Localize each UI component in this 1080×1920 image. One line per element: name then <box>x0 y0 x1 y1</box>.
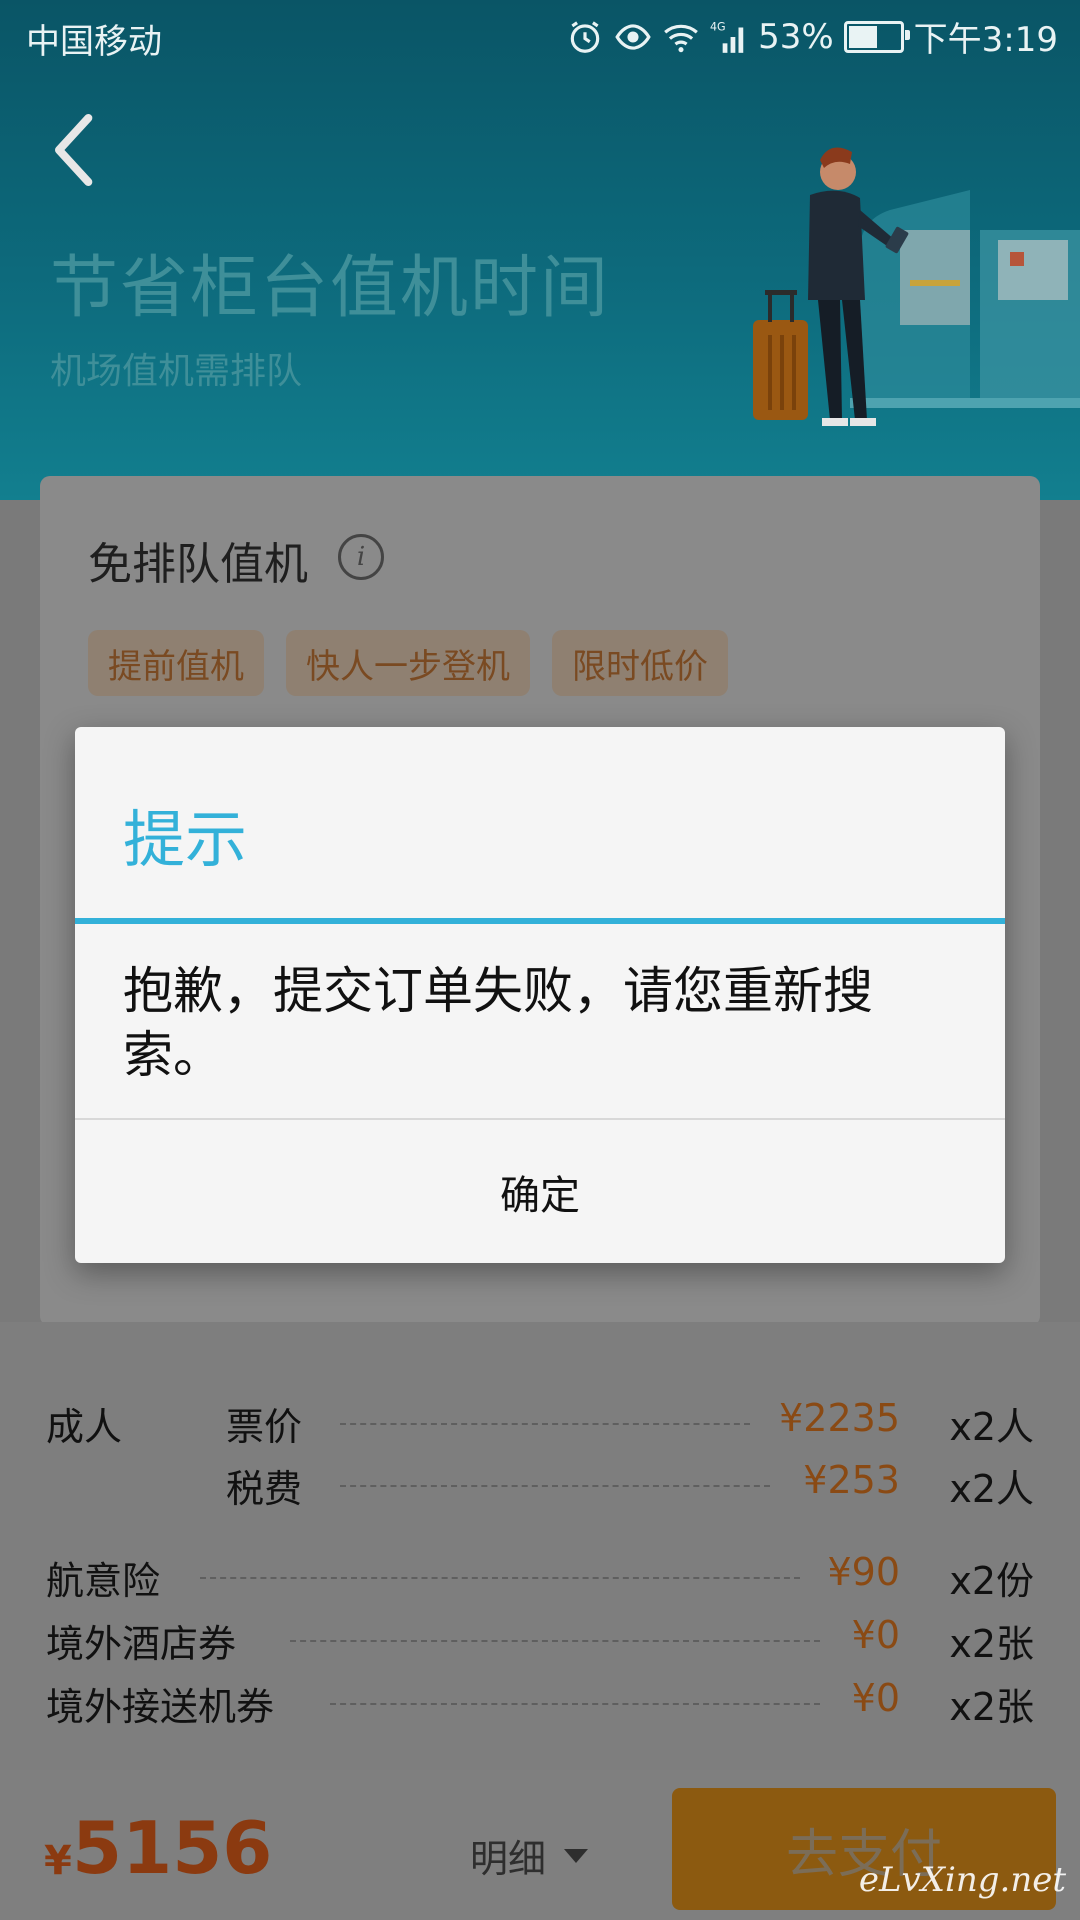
dialog-title-divider <box>75 918 1005 924</box>
info-icon[interactable]: i <box>338 534 384 580</box>
hero-title: 节省柜台值机时间 <box>50 249 611 328</box>
detail-toggle-label: 明细 <box>470 1837 547 1881</box>
tag-limited-price: 限时低价 <box>552 630 728 696</box>
card-title: 免排队值机 <box>88 539 308 590</box>
back-arrow-icon[interactable] <box>40 110 110 190</box>
detail-price: ¥253 <box>803 1458 900 1502</box>
detail-sublabel: 票价 <box>226 1405 303 1449</box>
alert-dialog: 提示 抱歉，提交订单失败，请您重新搜索。 确定 <box>75 727 1005 1263</box>
detail-qty: x2张 <box>949 1622 1034 1666</box>
watermark: eLvXing.net <box>858 1860 1066 1900</box>
detail-price: ¥90 <box>827 1550 900 1594</box>
eye-comfort-icon <box>615 23 651 50</box>
dialog-message: 抱歉，提交订单失败，请您重新搜索。 <box>123 962 873 1084</box>
detail-label: 航意险 <box>46 1559 161 1603</box>
tag-early-checkin: 提前值机 <box>88 630 264 696</box>
tag-priority-boarding: 快人一步登机 <box>286 630 530 696</box>
detail-row-adult-fare: 成人 票价 ¥2235 x2人 <box>0 1390 1080 1449</box>
carrier-label: 中国移动 <box>26 22 162 62</box>
detail-label: 境外酒店券 <box>46 1622 237 1666</box>
status-indicators: 4G 53% 下午3:19 <box>566 12 1058 61</box>
price-detail-toggle[interactable]: 明细 <box>470 1828 589 1883</box>
detail-price: ¥2235 <box>779 1396 900 1440</box>
alarm-icon <box>570 20 600 53</box>
signal-icon: 4G <box>710 20 744 53</box>
detail-price: ¥0 <box>851 1676 900 1720</box>
detail-qty: x2份 <box>949 1559 1034 1603</box>
wifi-icon <box>664 24 698 52</box>
detail-qty: x2人 <box>949 1405 1034 1449</box>
detail-qty: x2人 <box>949 1467 1034 1511</box>
clock-time: 下午3:19 <box>913 20 1058 60</box>
status-bar: 中国移动 4G 53% 下午3:19 <box>0 0 1080 76</box>
detail-sublabel: 税费 <box>226 1467 303 1511</box>
feature-tags: 提前值机 快人一步登机 限时低价 <box>88 630 728 696</box>
detail-row-insurance: 航意险 ¥90 x2份 <box>0 1544 1080 1603</box>
detail-price: ¥0 <box>851 1613 900 1657</box>
detail-row-tax: 税费 ¥253 x2人 <box>0 1452 1080 1511</box>
currency-symbol: ¥ <box>44 1838 72 1884</box>
detail-label: 境外接送机券 <box>46 1685 275 1729</box>
dialog-ok-button[interactable]: 确定 <box>75 1120 1005 1263</box>
total-price: 5156 <box>72 1806 273 1890</box>
price-detail-panel: 成人 票价 ¥2235 x2人 税费 ¥253 x2人 航意险 ¥90 x2份 … <box>0 1322 1080 1770</box>
detail-qty: x2张 <box>949 1685 1034 1729</box>
detail-label: 成人 <box>46 1405 123 1449</box>
header-banner: 中国移动 4G 53% 下午3:19 节省柜台值机时间 机场值机需排队 <box>0 0 1080 500</box>
dialog-title: 提示 <box>123 803 248 876</box>
caret-down-icon <box>564 1848 589 1863</box>
detail-row-transfer-voucher: 境外接送机券 ¥0 x2张 <box>0 1670 1080 1729</box>
battery-percent: 53% <box>758 16 834 57</box>
hero-subtitle: 机场值机需排队 <box>50 351 303 392</box>
traveler-kiosk-illustration <box>753 147 1080 426</box>
detail-row-hotel-voucher: 境外酒店券 ¥0 x2张 <box>0 1607 1080 1666</box>
battery-icon <box>843 20 910 53</box>
network-type-label: 4G <box>710 20 726 33</box>
